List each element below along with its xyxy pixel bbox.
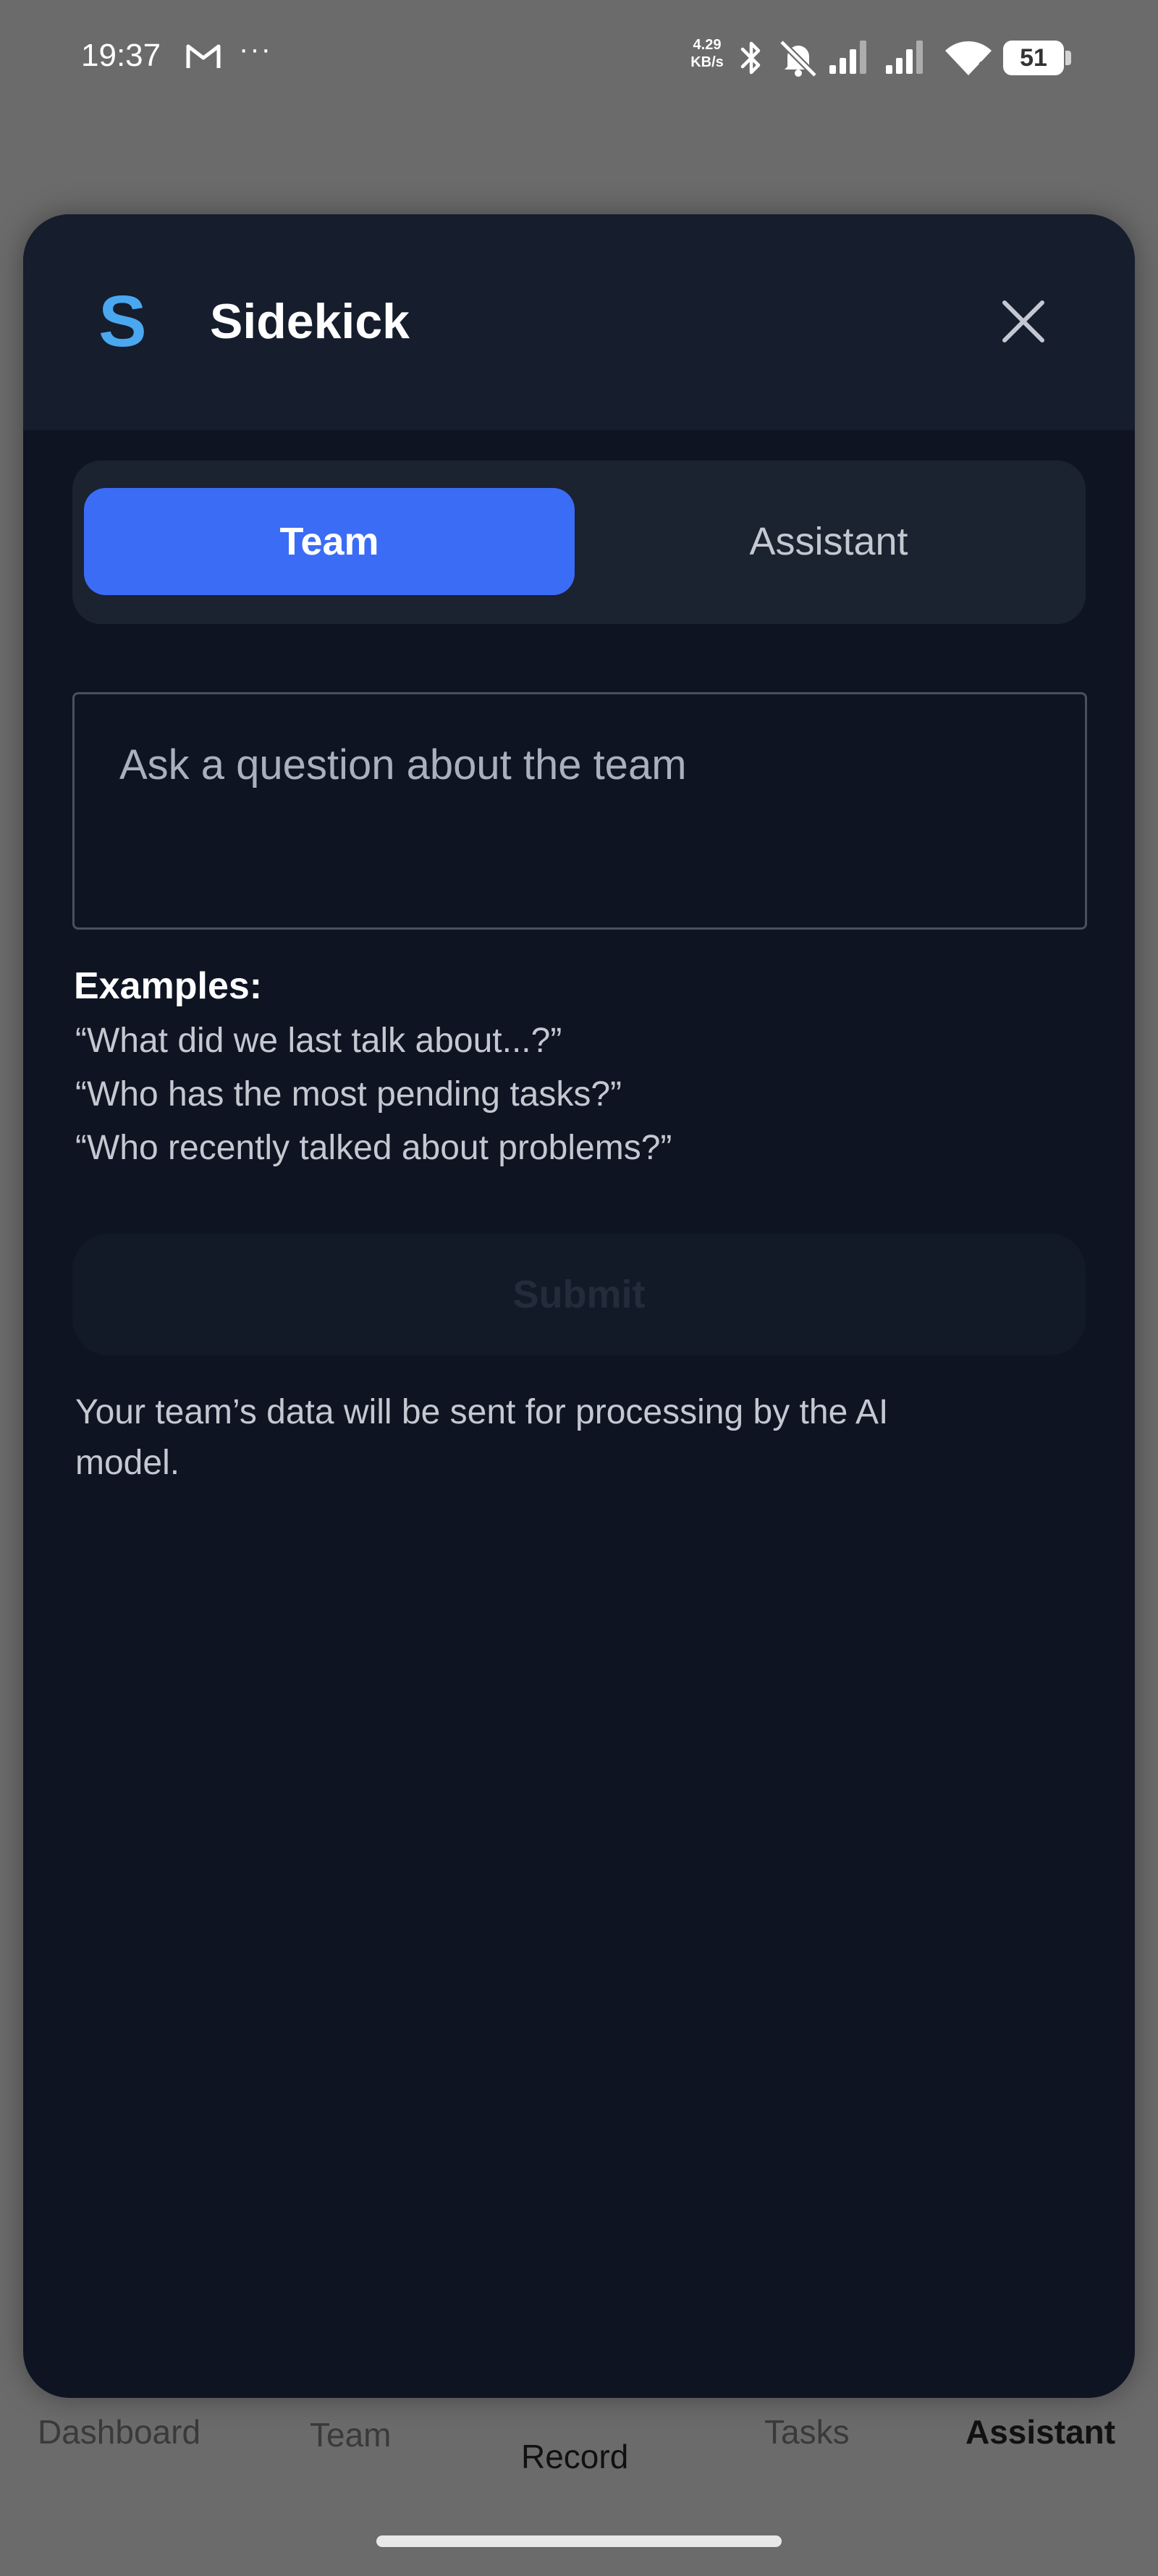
examples-heading: Examples: xyxy=(74,965,263,1007)
modal-header: S Sidekick xyxy=(23,214,1135,430)
more-dots-icon: ··· xyxy=(239,33,272,65)
battery-icon: 51 xyxy=(1003,41,1064,75)
battery-tip xyxy=(1065,51,1071,65)
question-input[interactable]: Ask a question about the team xyxy=(72,692,1087,930)
nav-item-assistant[interactable]: Assistant xyxy=(965,2412,1115,2451)
nav-item-record[interactable]: Record xyxy=(521,2437,628,2476)
data-disclaimer: Your team’s data will be sent for proces… xyxy=(75,1393,889,1482)
net-speed: 4.29 KB/s xyxy=(682,36,732,71)
bell-off-icon xyxy=(777,38,819,82)
modal-title: Sidekick xyxy=(210,294,410,349)
net-speed-value: 4.29 xyxy=(693,37,722,53)
sidekick-modal: S Sidekick Team Assistant Ask a question… xyxy=(23,214,1135,2398)
close-button[interactable] xyxy=(993,291,1054,352)
question-placeholder: Ask a question about the team xyxy=(119,741,687,788)
tab-team[interactable]: Team xyxy=(84,488,575,595)
nav-item-tasks[interactable]: Tasks xyxy=(764,2412,850,2451)
sidekick-logo: S xyxy=(98,281,147,362)
example-item: “What did we last talk about...?” xyxy=(75,1022,562,1060)
close-icon xyxy=(1002,300,1044,342)
net-speed-unit: KB/s xyxy=(690,54,724,70)
mode-switch: Team Assistant xyxy=(72,460,1086,624)
wifi-icon xyxy=(942,38,994,80)
example-item: “Who has the most pending tasks?” xyxy=(75,1075,622,1114)
gmail-icon xyxy=(185,42,221,71)
status-bar: 19:37 ··· 4.29 KB/s 51 xyxy=(0,0,1158,116)
submit-button[interactable]: Submit xyxy=(72,1234,1086,1355)
status-time: 19:37 xyxy=(81,38,161,73)
nav-item-dashboard[interactable]: Dashboard xyxy=(38,2412,200,2451)
signal-icon xyxy=(828,39,871,79)
tab-assistant[interactable]: Assistant xyxy=(583,488,1074,595)
signal-icon xyxy=(884,39,928,79)
nav-item-team[interactable]: Team xyxy=(310,2415,391,2454)
bluetooth-icon xyxy=(737,38,766,82)
home-indicator[interactable] xyxy=(376,2535,782,2547)
example-item: “Who recently talked about problems?” xyxy=(75,1129,672,1167)
